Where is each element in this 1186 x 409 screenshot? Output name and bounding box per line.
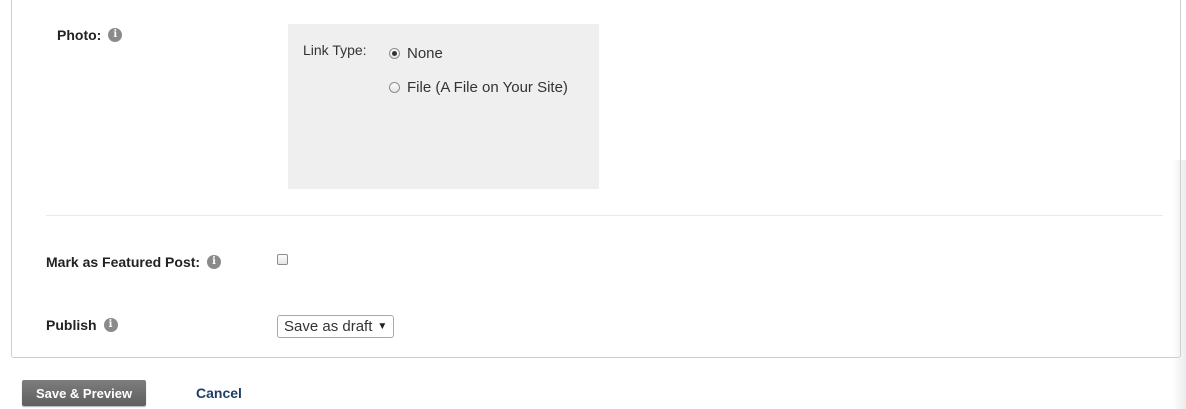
publish-field-label: Publish i: [46, 317, 118, 333]
photo-link-panel: Link Type: None File (A File on Your Sit…: [288, 24, 599, 189]
cancel-link[interactable]: Cancel: [196, 385, 242, 401]
photo-label-text: Photo:: [57, 27, 102, 43]
featured-post-checkbox[interactable]: [277, 254, 288, 265]
info-icon[interactable]: i: [207, 255, 222, 269]
publish-select-value: Save as draft: [284, 318, 373, 335]
dropdown-arrow-icon: ▼: [377, 321, 388, 332]
link-type-none-radio[interactable]: [389, 48, 400, 59]
link-type-label: Link Type:: [303, 42, 367, 58]
photo-field-label: Photo: i: [57, 27, 123, 43]
link-type-file-option[interactable]: File (A File on Your Site): [389, 79, 568, 96]
section-divider: [46, 215, 1163, 216]
link-type-file-label: File (A File on Your Site): [407, 79, 568, 96]
edit-post-page: Photo: i Link Type: None File (A File on…: [0, 0, 1186, 409]
scroll-shadow: [1172, 160, 1186, 409]
publish-select[interactable]: Save as draft ▼: [277, 315, 395, 338]
info-icon[interactable]: i: [108, 28, 123, 42]
link-type-file-radio[interactable]: [389, 82, 400, 93]
link-type-none-option[interactable]: None: [389, 45, 443, 62]
featured-field-label: Mark as Featured Post: i: [46, 254, 222, 270]
save-preview-button[interactable]: Save & Preview: [22, 380, 146, 406]
publish-label-text: Publish: [46, 317, 97, 333]
featured-label-text: Mark as Featured Post:: [46, 254, 201, 270]
link-type-none-label: None: [407, 45, 443, 62]
info-icon[interactable]: i: [103, 318, 118, 332]
